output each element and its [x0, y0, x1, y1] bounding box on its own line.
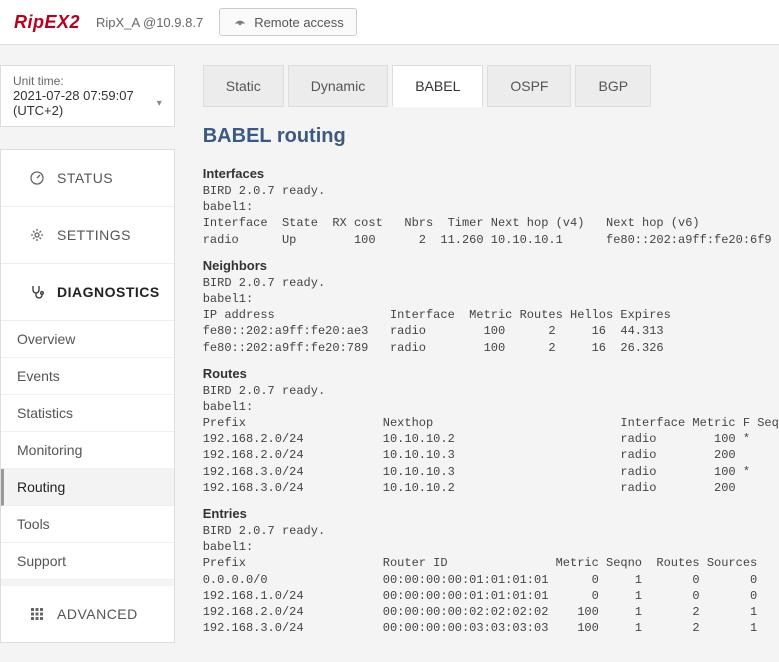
tab-babel[interactable]: BABEL: [392, 65, 483, 107]
tab-bgp[interactable]: BGP: [575, 65, 651, 107]
unit-time-value: 2021-07-28 07:59:07 (UTC+2): [13, 88, 157, 118]
section-routes-title: Routes: [203, 366, 779, 381]
chevron-down-icon[interactable]: ▾: [157, 98, 162, 109]
left-column: Unit time: 2021-07-28 07:59:07 (UTC+2) ▾…: [0, 45, 175, 662]
routing-tabs: Static Dynamic BABEL OSPF BGP: [203, 65, 779, 107]
nav-sub-statistics[interactable]: Statistics: [1, 395, 174, 432]
section-entries-title: Entries: [203, 506, 779, 521]
section-routes-body: BIRD 2.0.7 ready. babel1: Prefix Nexthop…: [203, 383, 779, 496]
gauge-icon: [29, 170, 45, 186]
main-content: Static Dynamic BABEL OSPF BGP BABEL rout…: [175, 45, 779, 662]
side-nav: STATUS SETTINGS DIAGNOSTICS Overview Eve…: [0, 149, 175, 643]
logo: RipEX2: [14, 12, 80, 33]
section-interfaces-body: BIRD 2.0.7 ready. babel1: Interface Stat…: [203, 183, 779, 248]
nav-diagnostics[interactable]: DIAGNOSTICS: [1, 264, 174, 321]
nav-sub-tools[interactable]: Tools: [1, 506, 174, 543]
nav-sub-support[interactable]: Support: [1, 543, 174, 580]
nav-settings[interactable]: SETTINGS: [1, 207, 174, 264]
antenna-icon: [232, 14, 248, 30]
nav-sub-events[interactable]: Events: [1, 358, 174, 395]
gear-icon: [29, 227, 45, 243]
nav-sub-monitoring[interactable]: Monitoring: [1, 432, 174, 469]
unit-time-label: Unit time:: [13, 74, 162, 88]
section-neighbors-body: BIRD 2.0.7 ready. babel1: IP address Int…: [203, 275, 779, 356]
topbar: RipEX2 RipX_A @10.9.8.7 Remote access: [0, 0, 779, 45]
tab-ospf[interactable]: OSPF: [487, 65, 571, 107]
unit-time-box: Unit time: 2021-07-28 07:59:07 (UTC+2) ▾: [0, 65, 175, 127]
page-title: BABEL routing: [203, 125, 779, 148]
remote-access-button[interactable]: Remote access: [219, 8, 357, 36]
grid-icon: [29, 606, 45, 622]
tab-static[interactable]: Static: [203, 65, 284, 107]
nav-sub-routing[interactable]: Routing: [1, 469, 174, 506]
remote-access-label: Remote access: [254, 15, 344, 30]
tab-dynamic[interactable]: Dynamic: [288, 65, 388, 107]
nav-status[interactable]: STATUS: [1, 150, 174, 207]
device-id: RipX_A @10.9.8.7: [96, 15, 203, 30]
stethoscope-icon: [29, 284, 45, 300]
nav-sub-overview[interactable]: Overview: [1, 321, 174, 358]
section-interfaces-title: Interfaces: [203, 166, 779, 181]
section-entries-body: BIRD 2.0.7 ready. babel1: Prefix Router …: [203, 523, 779, 636]
nav-advanced[interactable]: ADVANCED: [1, 580, 174, 642]
section-neighbors-title: Neighbors: [203, 258, 779, 273]
